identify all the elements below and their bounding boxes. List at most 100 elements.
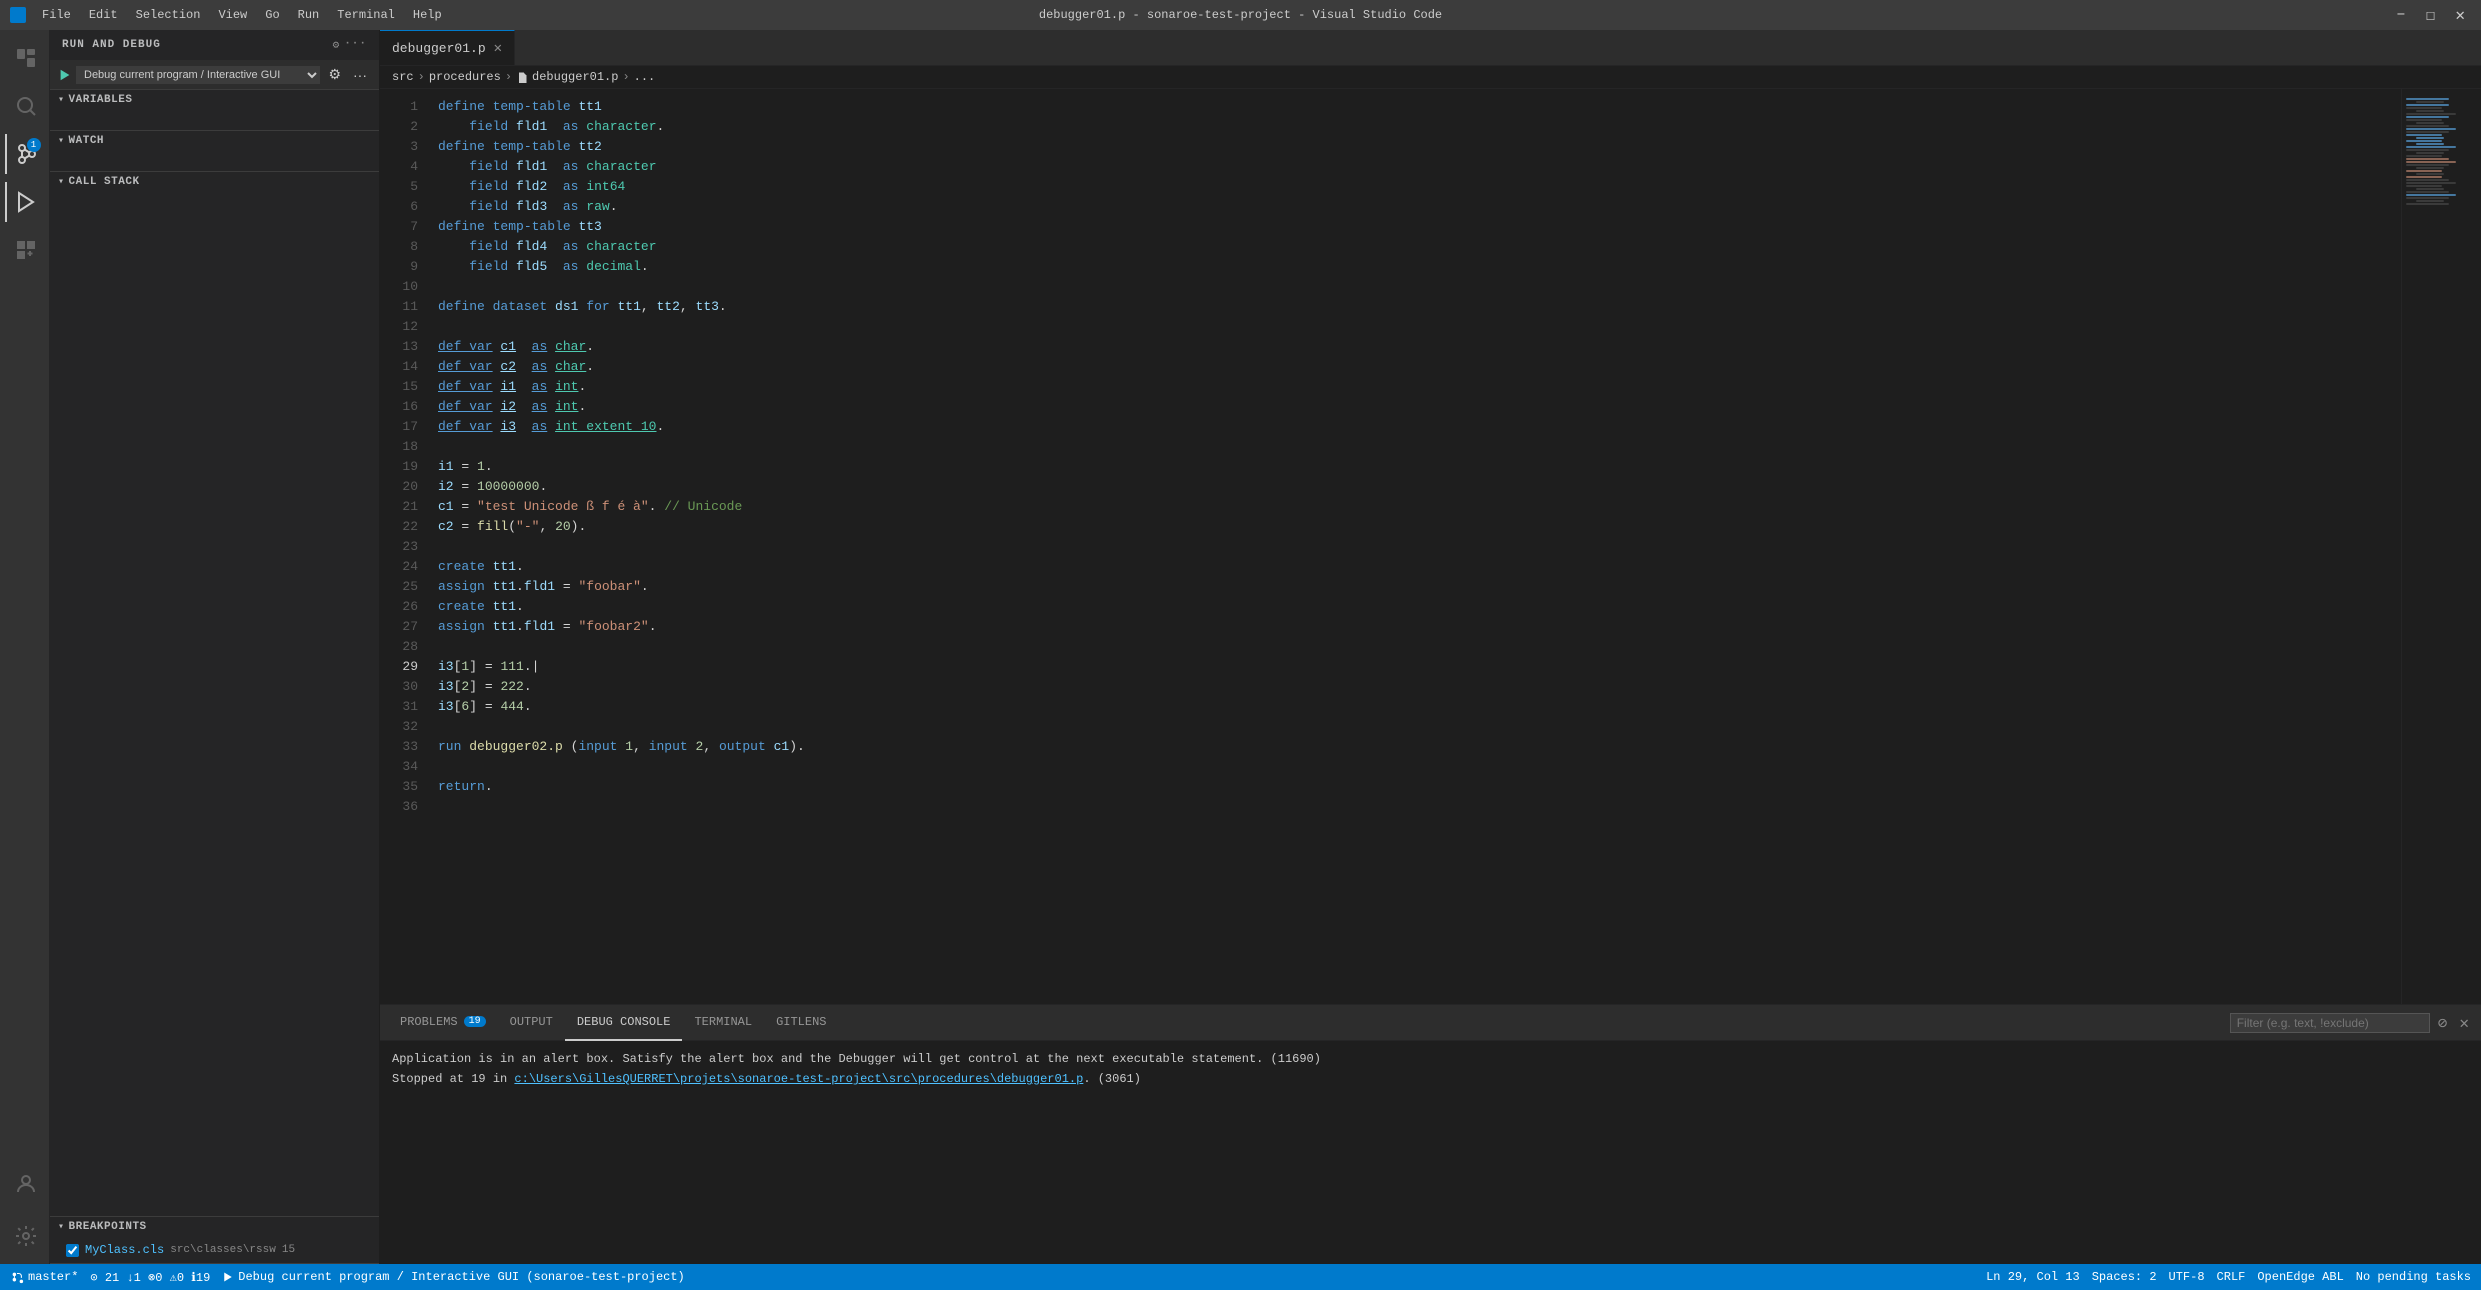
breakpoint-checkbox[interactable] [66, 1244, 79, 1257]
eol-info: CRLF [2217, 1270, 2246, 1284]
menu-go[interactable]: Go [257, 4, 287, 26]
debug-settings-button[interactable]: ⚙ [324, 64, 345, 85]
debug-toolbar: Debug current program / Interactive GUI … [50, 60, 379, 90]
activity-debug[interactable] [5, 182, 45, 222]
variables-header[interactable]: ▾ VARIABLES [50, 90, 379, 110]
variables-chevron: ▾ [58, 94, 65, 106]
call-stack-content [50, 192, 379, 212]
breadcrumb-src[interactable]: src [392, 70, 414, 84]
activity-explorer[interactable] [5, 38, 45, 78]
ln-36: 36 [380, 797, 430, 817]
tab-terminal[interactable]: TERMINAL [682, 1005, 764, 1041]
vscode-logo [10, 7, 26, 23]
status-branch[interactable]: master* [10, 1270, 78, 1284]
menu-help[interactable]: Help [405, 4, 450, 26]
menu-file[interactable]: File [34, 4, 79, 26]
debug-config-select[interactable]: Debug current program / Interactive GUI [76, 66, 320, 84]
activity-extensions[interactable] [5, 230, 45, 270]
ln-9: 9 [380, 257, 430, 277]
activity-settings[interactable] [5, 1216, 45, 1256]
add-config-button[interactable]: ⚙ [333, 38, 341, 52]
title-menu: File Edit Selection View Go Run Terminal… [34, 4, 450, 26]
filter-input[interactable] [2230, 1013, 2430, 1033]
variables-section: ▾ VARIABLES [50, 90, 379, 131]
debug-more-button[interactable]: ··· [349, 65, 371, 85]
ln-32: 32 [380, 717, 430, 737]
panel-clear-button[interactable]: ⊘ [2434, 1013, 2452, 1033]
close-button[interactable]: ✕ [2449, 5, 2471, 25]
menu-selection[interactable]: Selection [128, 4, 209, 26]
status-encoding[interactable]: UTF-8 [2169, 1270, 2205, 1284]
console-line-1: Application is in an alert box. Satisfy … [392, 1049, 2469, 1069]
source-control-badge: 1 [27, 138, 41, 152]
ln-23: 23 [380, 537, 430, 557]
ln-33: 33 [380, 737, 430, 757]
status-eol[interactable]: CRLF [2217, 1270, 2246, 1284]
bottom-panel: PROBLEMS 19 OUTPUT DEBUG CONSOLE TERMINA… [380, 1004, 2481, 1264]
status-position[interactable]: Ln 29, Col 13 [1986, 1270, 2080, 1284]
code-editor[interactable]: 1 2 3 4 5 6 7 8 9 10 11 12 13 14 15 16 1 [380, 89, 2481, 1004]
tab-gitlens[interactable]: GITLENS [764, 1005, 838, 1041]
watch-section: ▾ WATCH [50, 131, 379, 172]
status-left: master* ⊙ 21 ↓1 ⊗0 ⚠0 ℹ19 Debug current … [10, 1270, 685, 1285]
breadcrumb-procedures[interactable]: procedures [429, 70, 501, 84]
encoding-info: UTF-8 [2169, 1270, 2205, 1284]
ln-31: 31 [380, 697, 430, 717]
tab-problems[interactable]: PROBLEMS 19 [388, 1005, 498, 1041]
debug-run-icon [58, 68, 72, 82]
ln-13: 13 [380, 337, 430, 357]
ln-16: 16 [380, 397, 430, 417]
panel-filter: ⊘ ✕ [2230, 1013, 2473, 1033]
menu-run[interactable]: Run [290, 4, 328, 26]
menu-edit[interactable]: Edit [81, 4, 126, 26]
ln-14: 14 [380, 357, 430, 377]
menu-view[interactable]: View [210, 4, 255, 26]
breadcrumb-file[interactable]: debugger01.p [516, 70, 618, 84]
terminal-label: TERMINAL [694, 1015, 752, 1029]
ln-11: 11 [380, 297, 430, 317]
minimize-button[interactable]: – [2390, 5, 2412, 25]
tab-debug-console[interactable]: DEBUG CONSOLE [565, 1005, 683, 1041]
status-sync[interactable]: ⊙ 21 ↓1 ⊗0 ⚠0 ℹ19 [90, 1270, 210, 1285]
status-tasks[interactable]: No pending tasks [2356, 1270, 2471, 1284]
branch-name: master* [28, 1270, 78, 1284]
tab-close-button[interactable]: ✕ [494, 40, 502, 57]
tasks-info: No pending tasks [2356, 1270, 2471, 1284]
breakpoints-header[interactable]: ▾ BREAKPOINTS [50, 1217, 379, 1237]
ln-35: 35 [380, 777, 430, 797]
editor-area: debugger01.p ✕ src › procedures › debugg… [380, 30, 2481, 1264]
activity-source-control[interactable]: 1 [5, 134, 45, 174]
ln-10: 10 [380, 277, 430, 297]
console-file-link[interactable]: c:\Users\GillesQUERRET\projets\sonaroe-t… [514, 1072, 1083, 1086]
title-left: File Edit Selection View Go Run Terminal… [10, 4, 450, 26]
activity-search[interactable] [5, 86, 45, 126]
ln-17: 17 [380, 417, 430, 437]
ln-21: 21 [380, 497, 430, 517]
cursor-position: Ln 29, Col 13 [1986, 1270, 2080, 1284]
code-content[interactable]: define temp-table tt1 field fld1 as char… [430, 89, 2401, 1004]
breakpoint-location: src\classes\rssw [170, 1244, 276, 1256]
panel-close-button[interactable]: ✕ [2455, 1013, 2473, 1033]
activity-accounts[interactable] [5, 1164, 45, 1204]
breadcrumb: src › procedures › debugger01.p › ... [380, 66, 2481, 89]
call-stack-chevron: ▾ [58, 176, 65, 188]
status-spaces[interactable]: Spaces: 2 [2092, 1270, 2157, 1284]
spaces-info: Spaces: 2 [2092, 1270, 2157, 1284]
call-stack-header[interactable]: ▾ CALL STACK [50, 172, 379, 192]
watch-header[interactable]: ▾ WATCH [50, 131, 379, 151]
status-bar: master* ⊙ 21 ↓1 ⊗0 ⚠0 ℹ19 Debug current … [0, 1264, 2481, 1290]
ln-24: 24 [380, 557, 430, 577]
status-debug-run[interactable]: Debug current program / Interactive GUI … [222, 1270, 684, 1284]
menu-terminal[interactable]: Terminal [329, 4, 403, 26]
status-language[interactable]: OpenEdge ABL [2257, 1270, 2343, 1284]
ln-18: 18 [380, 437, 430, 457]
tab-output[interactable]: OUTPUT [498, 1005, 565, 1041]
editor-tab-active[interactable]: debugger01.p ✕ [380, 30, 515, 66]
sidebar-header: RUN AND DEBUG ⚙ ··· [50, 30, 379, 60]
ln-20: 20 [380, 477, 430, 497]
panel-tabs: PROBLEMS 19 OUTPUT DEBUG CONSOLE TERMINA… [380, 1005, 2481, 1041]
more-options-button[interactable]: ··· [344, 38, 367, 52]
maximize-button[interactable]: ☐ [2420, 5, 2442, 25]
breadcrumb-symbol[interactable]: ... [634, 70, 656, 84]
breakpoints-section: ▾ BREAKPOINTS MyClass.cls src\classes\rs… [50, 1217, 379, 1264]
